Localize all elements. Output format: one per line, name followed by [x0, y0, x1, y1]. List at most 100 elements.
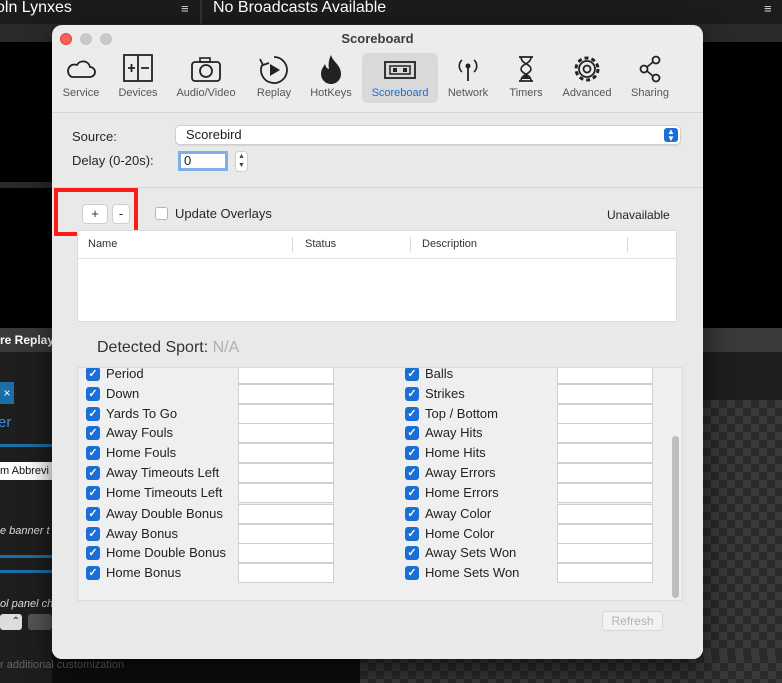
field-label: Period: [106, 367, 144, 381]
background-replay-header: re Replay: [0, 328, 52, 352]
delay-stepper[interactable]: ▲ ▼: [235, 151, 248, 172]
source-select[interactable]: Scorebird ▲ ▼: [175, 125, 681, 145]
field-value-input[interactable]: [557, 368, 653, 384]
refresh-button[interactable]: Refresh: [602, 611, 663, 631]
field-row: ✓ Balls: [405, 368, 665, 384]
tab-timers-label: Timers: [509, 87, 543, 99]
field-value-input[interactable]: [238, 368, 334, 384]
field-value-input[interactable]: [238, 543, 334, 563]
field-value-input[interactable]: [557, 563, 653, 583]
field-value-input[interactable]: [238, 504, 334, 524]
field-row: ✓ Top / Bottom: [405, 404, 665, 424]
field-checkbox[interactable]: ✓: [86, 466, 100, 480]
field-checkbox[interactable]: ✓: [86, 566, 100, 580]
tab-timers[interactable]: Timers: [502, 53, 550, 103]
field-label: Away Errors: [425, 465, 496, 480]
tab-advanced[interactable]: Advanced: [556, 53, 618, 103]
field-checkbox[interactable]: ✓: [86, 368, 100, 381]
field-value-input[interactable]: [557, 404, 653, 424]
field-value-input[interactable]: [238, 404, 334, 424]
tab-replay[interactable]: Replay: [250, 53, 298, 103]
field-checkbox[interactable]: ✓: [405, 507, 419, 521]
tab-network[interactable]: Network: [442, 53, 494, 103]
field-checkbox[interactable]: ✓: [405, 368, 419, 381]
background-button[interactable]: [28, 614, 52, 630]
field-checkbox[interactable]: ✓: [86, 527, 100, 541]
tab-scoreboard[interactable]: Scoreboard: [362, 53, 438, 103]
field-label: Home Errors: [425, 485, 499, 500]
field-checkbox[interactable]: ✓: [405, 566, 419, 580]
column-header-name[interactable]: Name: [78, 231, 292, 258]
devices-icon: [112, 53, 164, 87]
field-row: ✓ Away Timeouts Left: [86, 463, 346, 483]
scoreboard-settings-pane: Source: Scorebird ▲ ▼ Delay (0-20s): 0 ▲ ▼…: [52, 112, 703, 659]
field-checkbox[interactable]: ✓: [86, 387, 100, 401]
field-value-input[interactable]: [238, 443, 334, 463]
background-banner-text: e banner t: [0, 525, 50, 537]
field-label: Home Color: [425, 526, 495, 541]
background-transparency-grid: [360, 655, 782, 683]
scoreboard-fields-list[interactable]: ✓ Period ✓ Down ✓ Yards To Go ✓ Away Fouls ✓ Home…: [77, 367, 683, 601]
field-checkbox[interactable]: ✓: [86, 446, 100, 460]
field-value-input[interactable]: [557, 384, 653, 404]
field-checkbox[interactable]: ✓: [405, 446, 419, 460]
background-left-panel: × er m Abbrevi e banner t ol panel ch ⌃: [0, 352, 52, 683]
scrollbar[interactable]: [672, 436, 679, 598]
delay-input[interactable]: 0: [178, 151, 228, 171]
tab-hotkeys[interactable]: HotKeys: [306, 53, 356, 103]
field-label: Yards To Go: [106, 406, 178, 421]
field-value-input[interactable]: [557, 423, 653, 443]
field-value-input[interactable]: [557, 463, 653, 483]
field-checkbox[interactable]: ✓: [86, 486, 100, 500]
field-value-input[interactable]: [557, 504, 653, 524]
background-select[interactable]: ⌃: [0, 614, 22, 630]
remove-overlay-button[interactable]: -: [112, 204, 130, 224]
field-row: ✓ Away Bonus: [86, 524, 346, 544]
field-row: ✓ Home Hits: [405, 443, 665, 463]
field-row: ✓ Yards To Go: [86, 404, 346, 424]
cloud-icon: [56, 53, 106, 87]
field-value-input[interactable]: [557, 524, 653, 544]
field-label: Down: [106, 386, 140, 401]
field-checkbox[interactable]: ✓: [405, 466, 419, 480]
column-divider: [410, 237, 411, 252]
tab-sharing[interactable]: Sharing: [624, 53, 676, 103]
menu-icon[interactable]: ≡: [764, 1, 772, 16]
tab-network-label: Network: [447, 87, 489, 99]
field-value-input[interactable]: [557, 483, 653, 503]
field-checkbox[interactable]: ✓: [86, 546, 100, 560]
tab-service[interactable]: Service: [56, 53, 106, 103]
field-checkbox[interactable]: ✓: [86, 407, 100, 421]
column-header-status[interactable]: Status: [295, 231, 410, 258]
menu-icon[interactable]: ≡: [181, 1, 189, 16]
field-value-input[interactable]: [238, 463, 334, 483]
field-value-input[interactable]: [238, 524, 334, 544]
field-value-input[interactable]: [238, 384, 334, 404]
field-checkbox[interactable]: ✓: [405, 527, 419, 541]
field-value-input[interactable]: [238, 423, 334, 443]
column-header-description[interactable]: Description: [412, 231, 628, 258]
tab-devices[interactable]: Devices: [112, 53, 164, 103]
field-checkbox[interactable]: ✓: [405, 486, 419, 500]
close-icon[interactable]: ×: [0, 382, 14, 404]
background-abbrev-field[interactable]: m Abbrevi: [0, 462, 52, 480]
field-value-input[interactable]: [238, 483, 334, 503]
field-value-input[interactable]: [557, 543, 653, 563]
field-checkbox[interactable]: ✓: [86, 507, 100, 521]
field-checkbox[interactable]: ✓: [405, 426, 419, 440]
flame-icon: [306, 53, 356, 87]
field-row: ✓ Away Color: [405, 504, 665, 524]
scoreboard-icon: [362, 53, 438, 87]
tab-audio-video[interactable]: Audio/Video: [170, 53, 242, 103]
field-value-input[interactable]: [238, 563, 334, 583]
field-checkbox[interactable]: ✓: [405, 407, 419, 421]
section-divider: [52, 187, 703, 188]
update-overlays-checkbox[interactable]: [155, 207, 168, 220]
header-divider: [78, 258, 678, 259]
field-checkbox[interactable]: ✓: [405, 387, 419, 401]
field-checkbox[interactable]: ✓: [86, 426, 100, 440]
field-checkbox[interactable]: ✓: [405, 546, 419, 560]
field-value-input[interactable]: [557, 443, 653, 463]
add-overlay-button[interactable]: +: [82, 204, 108, 224]
tab-audio-video-label: Audio/Video: [176, 87, 236, 99]
